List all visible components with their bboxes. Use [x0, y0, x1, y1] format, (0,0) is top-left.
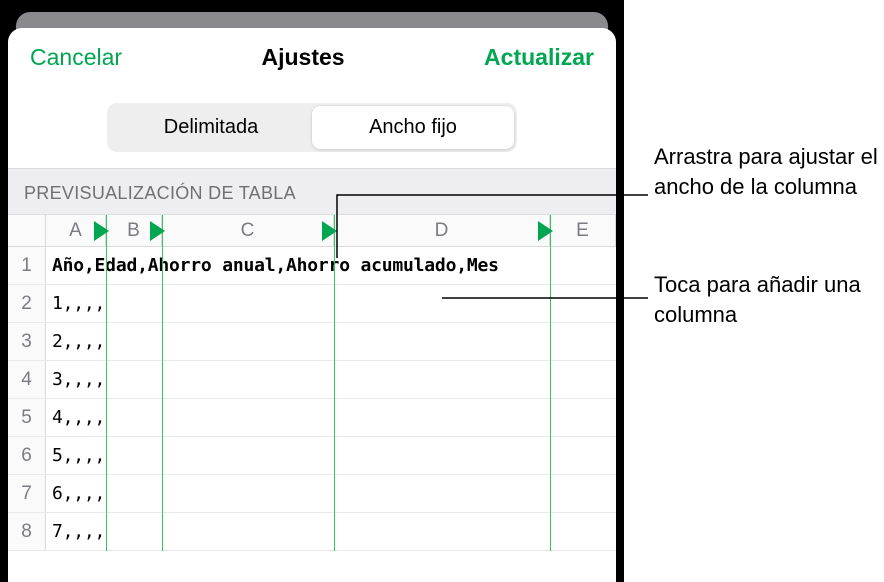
row-number[interactable]: 1 [8, 247, 46, 284]
table-row: 7 6,,,, [8, 475, 616, 513]
update-button[interactable]: Actualizar [484, 44, 594, 71]
table-row: 8 7,,,, [8, 513, 616, 551]
table-rows: 1 Año,Edad,Ahorro anual,Ahorro acumulado… [8, 247, 616, 551]
row-number[interactable]: 4 [8, 361, 46, 398]
row-content: Año,Edad,Ahorro anual,Ahorro acumulado,M… [46, 255, 499, 276]
column-divider[interactable] [162, 215, 163, 551]
row-number[interactable]: 5 [8, 399, 46, 436]
annotation-drag-resize: Arrastra para ajustar el ancho de la col… [654, 142, 884, 201]
column-divider-handle-icon[interactable] [322, 221, 337, 241]
device-frame: Cancelar Ajustes Actualizar Delimitada A… [0, 0, 624, 582]
row-number[interactable]: 6 [8, 437, 46, 474]
rownum-spacer [8, 215, 46, 246]
column-divider-handle-icon[interactable] [538, 221, 553, 241]
table-row: 2 1,,,, [8, 285, 616, 323]
row-number[interactable]: 3 [8, 323, 46, 360]
table-row: 5 4,,,, [8, 399, 616, 437]
annotations-panel: Arrastra para ajustar el ancho de la col… [624, 0, 884, 582]
table-preview-section-label: PREVISUALIZACIÓN DE TABLA [8, 168, 616, 215]
row-content: 4,,,, [46, 407, 105, 428]
column-header-e[interactable]: E [550, 215, 616, 246]
row-content: 6,,,, [46, 483, 105, 504]
settings-sheet: Cancelar Ajustes Actualizar Delimitada A… [8, 28, 616, 582]
row-content: 5,,,, [46, 445, 105, 466]
table-row: 6 5,,,, [8, 437, 616, 475]
table-row: 1 Año,Edad,Ahorro anual,Ahorro acumulado… [8, 247, 616, 285]
column-divider[interactable] [334, 215, 335, 551]
row-content: 7,,,, [46, 521, 105, 542]
column-header-c[interactable]: C [162, 215, 334, 246]
cancel-button[interactable]: Cancelar [30, 44, 122, 71]
sheet-header: Cancelar Ajustes Actualizar [8, 28, 616, 85]
column-header-d[interactable]: D [334, 215, 550, 246]
segment-fixed-width[interactable]: Ancho fijo [312, 106, 514, 149]
column-divider[interactable] [106, 215, 107, 551]
column-divider[interactable] [550, 215, 551, 551]
import-mode-segmented-control[interactable]: Delimitada Ancho fijo [107, 103, 517, 152]
column-headers-row: A B C D E [8, 215, 616, 247]
table-row: 4 3,,,, [8, 361, 616, 399]
row-content: 1,,,, [46, 293, 105, 314]
row-content: 3,,,, [46, 369, 105, 390]
table-row: 3 2,,,, [8, 323, 616, 361]
sheet-title: Ajustes [262, 44, 345, 71]
column-divider-handle-icon[interactable] [94, 221, 109, 241]
column-divider-handle-icon[interactable] [150, 221, 165, 241]
annotation-tap-add: Toca para añadir una columna [654, 270, 884, 329]
row-number[interactable]: 2 [8, 285, 46, 322]
row-content: 2,,,, [46, 331, 105, 352]
table-preview[interactable]: A B C D E 1 Año,Edad,Ahorro anual,Ahorro… [8, 215, 616, 551]
row-number[interactable]: 7 [8, 475, 46, 512]
row-number[interactable]: 8 [8, 513, 46, 550]
segment-delimited[interactable]: Delimitada [110, 106, 312, 149]
